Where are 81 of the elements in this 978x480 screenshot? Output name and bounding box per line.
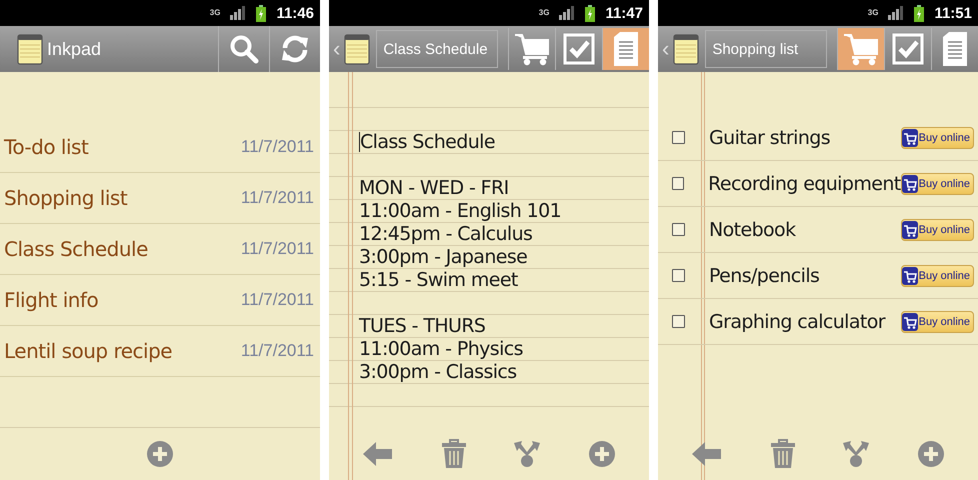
network-indicator: 3G <box>538 9 550 17</box>
notepad-icon <box>673 33 700 65</box>
notepad-icon <box>344 33 370 65</box>
cart-icon[interactable] <box>843 32 879 66</box>
buy-online-button[interactable]: Buy online <box>900 218 974 240</box>
note-line: MON - WED - FRI <box>359 177 509 199</box>
note-date: 11/7/2011 <box>240 137 314 157</box>
checkbox[interactable] <box>672 269 685 282</box>
battery-icon <box>585 4 596 22</box>
note-row[interactable]: Shopping list 11/7/2011 <box>0 173 320 224</box>
share-icon[interactable] <box>513 440 542 468</box>
title-field[interactable]: Shopping list <box>705 30 828 68</box>
back-arrow-icon[interactable] <box>691 440 724 468</box>
title-field[interactable]: Class Schedule <box>376 30 498 68</box>
share-icon[interactable] <box>842 440 870 468</box>
network-indicator: 3G <box>210 9 220 17</box>
add-icon[interactable] <box>916 440 945 468</box>
note-date: 11/7/2011 <box>240 239 314 259</box>
trash-icon[interactable] <box>770 439 796 469</box>
cart-icon <box>902 128 918 146</box>
document-icon[interactable] <box>612 31 640 67</box>
app-title: Inkpad <box>47 38 102 60</box>
checkbox-icon[interactable] <box>892 33 924 65</box>
note-line: 3:00pm - Japanese <box>359 246 528 268</box>
signal-icon <box>888 6 904 20</box>
checkbox[interactable] <box>672 223 685 236</box>
refresh-icon[interactable] <box>280 34 310 64</box>
notepad-icon <box>17 33 43 65</box>
cart-icon <box>902 174 918 192</box>
item-text: Notebook <box>709 218 797 240</box>
buy-online-button[interactable]: Buy online <box>900 264 974 286</box>
buy-online-button[interactable]: Buy online <box>900 310 974 332</box>
signal-icon <box>230 6 246 20</box>
cart-icon <box>902 220 918 238</box>
note-line: 12:45pm - Calculus <box>359 223 532 245</box>
add-icon[interactable] <box>146 440 174 468</box>
battery-icon <box>914 4 924 22</box>
note-title: Shopping list <box>4 186 128 210</box>
checkbox-icon[interactable] <box>563 33 595 65</box>
cart-icon <box>902 266 918 284</box>
battery-icon <box>256 4 266 22</box>
item-text: Pens/pencils <box>709 264 820 286</box>
note-row[interactable]: Class Schedule 11/7/2011 <box>0 224 320 275</box>
note-line: 11:00am - English 101 <box>359 200 562 222</box>
note-title: Class Schedule <box>4 237 148 261</box>
note-title: To-do list <box>4 135 88 159</box>
network-indicator: 3G <box>868 9 878 17</box>
note-date: 11/7/2011 <box>240 188 314 208</box>
note-line: Class Schedule <box>360 131 495 153</box>
mode-button[interactable] <box>837 28 884 70</box>
cart-icon <box>902 312 918 330</box>
note-line: 3:00pm - Classics <box>359 361 517 383</box>
note-line: TUES - THURS <box>359 315 486 337</box>
note-line: 11:00am - Physics <box>359 338 523 360</box>
back-arrow-icon[interactable] <box>362 440 394 468</box>
search-icon[interactable] <box>228 33 260 65</box>
document-icon[interactable] <box>941 31 969 67</box>
note-line: 5:15 - Swim meet <box>359 269 518 291</box>
clock-time: 11:47 <box>605 4 643 22</box>
item-text: Guitar strings <box>709 126 832 148</box>
add-icon[interactable] <box>588 440 616 468</box>
mode-button[interactable] <box>602 28 649 70</box>
checkbox[interactable] <box>672 177 684 190</box>
note-date: 11/7/2011 <box>240 290 314 310</box>
buy-online-button[interactable]: Buy online <box>900 126 974 148</box>
buy-online-button[interactable]: Buy online <box>900 172 974 194</box>
clock-time: 11:51 <box>934 4 972 22</box>
note-row[interactable]: Lentil soup recipe 11/7/2011 <box>0 326 320 377</box>
note-row[interactable]: Flight info 11/7/2011 <box>0 275 320 326</box>
checkbox[interactable] <box>672 131 685 144</box>
note-title: Flight info <box>4 288 98 312</box>
signal-icon <box>559 6 576 20</box>
note-title: Lentil soup recipe <box>4 339 172 363</box>
item-text: Graphing calculator <box>709 310 886 332</box>
item-text: Recording equipment <box>708 172 901 194</box>
clock-time: 11:46 <box>276 4 314 22</box>
note-row[interactable]: To-do list 11/7/2011 <box>0 122 320 173</box>
cart-icon[interactable] <box>514 32 550 66</box>
note-date: 11/7/2011 <box>240 341 314 361</box>
trash-icon[interactable] <box>440 439 467 469</box>
checkbox[interactable] <box>672 315 685 328</box>
